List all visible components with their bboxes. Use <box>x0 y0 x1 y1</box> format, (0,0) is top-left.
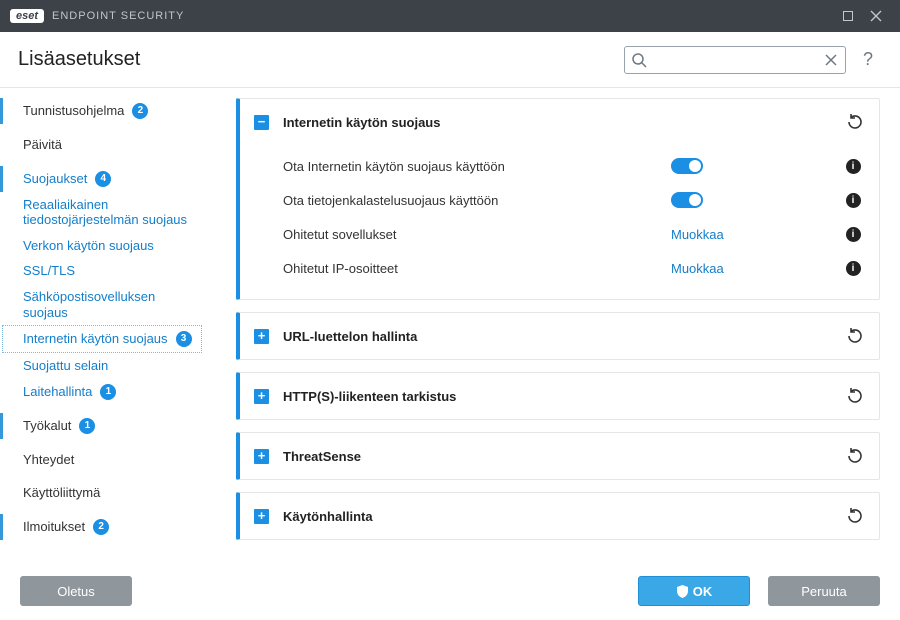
close-icon <box>870 10 882 22</box>
sidebar-item-tools[interactable]: Työkalut 1 <box>0 413 206 439</box>
shield-icon <box>676 585 689 598</box>
help-button[interactable]: ? <box>854 49 882 70</box>
brand-logo: eset <box>10 9 44 23</box>
sidebar-item-update[interactable]: Päivitä <box>0 132 206 158</box>
badge: 4 <box>95 171 111 187</box>
sidebar-item-connections[interactable]: Yhteydet <box>0 447 206 473</box>
sidebar-item-ssl-tls[interactable]: SSL/TLS <box>0 258 206 284</box>
sidebar-item-label: Käyttöliittymä <box>23 485 100 501</box>
sidebar-item-detection[interactable]: Tunnistusohjelma 2 <box>0 98 206 124</box>
badge: 1 <box>100 384 116 400</box>
sidebar-item-label: Päivitä <box>23 137 62 153</box>
sidebar-item-label: Yhteydet <box>23 452 74 468</box>
sidebar-item-web-protection[interactable]: Internetin käytön suojaus 3 <box>2 325 202 353</box>
card-header[interactable]: − Internetin käytön suojaus <box>240 99 879 145</box>
card-title: Internetin käytön suojaus <box>283 115 845 130</box>
sidebar-item-notifications[interactable]: Ilmoitukset 2 <box>0 514 206 540</box>
header-bar: Lisäasetukset ? <box>0 32 900 88</box>
card-header[interactable]: + Käytönhallinta <box>240 493 879 539</box>
default-button[interactable]: Oletus <box>20 576 132 606</box>
sidebar-item-label: Suojaukset <box>23 171 87 187</box>
row-excluded-ips: Ohitetut IP-osoitteet Muokkaa i <box>283 251 865 285</box>
reset-icon[interactable] <box>845 386 865 406</box>
row-enable-phishing: Ota tietojenkalastelusuojaus käyttöön i <box>283 183 865 217</box>
page-title: Lisäasetukset <box>18 48 140 71</box>
sidebar-item-label: SSL/TLS <box>23 263 75 279</box>
sidebar: Tunnistusohjelma 2 Päivitä Suojaukset 4 … <box>0 88 212 562</box>
window-titlebar: eset ENDPOINT SECURITY <box>0 0 900 32</box>
content-area: − Internetin käytön suojaus Ota Internet… <box>212 88 900 562</box>
badge: 2 <box>132 103 148 119</box>
sidebar-item-label: Suojattu selain <box>23 358 108 374</box>
card-usage-control: + Käytönhallinta <box>236 492 880 540</box>
search-box[interactable] <box>624 46 846 74</box>
card-title: Käytönhallinta <box>283 509 845 524</box>
badge: 2 <box>93 519 109 535</box>
card-https-check: + HTTP(S)-liikenteen tarkistus <box>236 372 880 420</box>
info-icon[interactable]: i <box>846 227 861 242</box>
reset-icon[interactable] <box>845 112 865 132</box>
row-label: Ota tietojenkalastelusuojaus käyttöön <box>283 193 671 208</box>
row-label: Ohitetut sovellukset <box>283 227 671 242</box>
sidebar-item-label: Tunnistusohjelma <box>23 103 124 119</box>
sidebar-item-label: Reaaliaikainen tiedostojärjestelmän suoj… <box>23 197 193 228</box>
cancel-button[interactable]: Peruuta <box>768 576 880 606</box>
sidebar-item-protections[interactable]: Suojaukset 4 <box>0 166 206 192</box>
row-label: Ota Internetin käytön suojaus käyttöön <box>283 159 671 174</box>
sidebar-item-label: Verkon käytön suojaus <box>23 238 154 254</box>
ok-button[interactable]: OK <box>638 576 750 606</box>
sidebar-item-label: Internetin käytön suojaus <box>23 331 168 347</box>
sidebar-item-label: Ilmoitukset <box>23 519 85 535</box>
expand-icon: + <box>254 509 269 524</box>
card-title: URL-luettelon hallinta <box>283 329 845 344</box>
collapse-icon: − <box>254 115 269 130</box>
card-title: HTTP(S)-liikenteen tarkistus <box>283 389 845 404</box>
card-title: ThreatSense <box>283 449 845 464</box>
ok-button-label: OK <box>693 584 713 599</box>
info-icon[interactable]: i <box>846 261 861 276</box>
row-enable-web-protection: Ota Internetin käytön suojaus käyttöön i <box>283 149 865 183</box>
card-header[interactable]: + URL-luettelon hallinta <box>240 313 879 359</box>
window-close-button[interactable] <box>862 2 890 30</box>
search-icon <box>631 52 647 68</box>
sidebar-item-email-protection[interactable]: Sähköpostisovelluksen suojaus <box>0 284 206 325</box>
card-header[interactable]: + ThreatSense <box>240 433 879 479</box>
sidebar-item-device-control[interactable]: Laitehallinta 1 <box>0 379 206 405</box>
search-input[interactable] <box>651 47 819 73</box>
card-threatsense: + ThreatSense <box>236 432 880 480</box>
expand-icon: + <box>254 389 269 404</box>
card-url-list: + URL-luettelon hallinta <box>236 312 880 360</box>
badge: 1 <box>79 418 95 434</box>
reset-icon[interactable] <box>845 506 865 526</box>
edit-link-excluded-ips[interactable]: Muokkaa <box>671 261 724 276</box>
sidebar-item-secure-browser[interactable]: Suojattu selain <box>0 353 206 379</box>
sidebar-item-label: Sähköpostisovelluksen suojaus <box>23 289 193 320</box>
row-label: Ohitetut IP-osoitteet <box>283 261 671 276</box>
badge: 3 <box>176 331 192 347</box>
sidebar-item-network-protection[interactable]: Verkon käytön suojaus <box>0 233 206 259</box>
app-name: ENDPOINT SECURITY <box>52 10 184 22</box>
reset-icon[interactable] <box>845 326 865 346</box>
row-excluded-apps: Ohitetut sovellukset Muokkaa i <box>283 217 865 251</box>
window-maximize-button[interactable] <box>834 2 862 30</box>
sidebar-item-label: Laitehallinta <box>23 384 92 400</box>
card-header[interactable]: + HTTP(S)-liikenteen tarkistus <box>240 373 879 419</box>
sidebar-item-label: Työkalut <box>23 418 71 434</box>
footer-bar: Oletus OK Peruuta <box>0 562 900 620</box>
toggle-enable-phishing[interactable] <box>671 192 703 208</box>
info-icon[interactable]: i <box>846 193 861 208</box>
card-web-protection: − Internetin käytön suojaus Ota Internet… <box>236 98 880 300</box>
reset-icon[interactable] <box>845 446 865 466</box>
info-icon[interactable]: i <box>846 159 861 174</box>
edit-link-excluded-apps[interactable]: Muokkaa <box>671 227 724 242</box>
expand-icon: + <box>254 329 269 344</box>
toggle-enable-web[interactable] <box>671 158 703 174</box>
sidebar-item-ui[interactable]: Käyttöliittymä <box>0 480 206 506</box>
expand-icon: + <box>254 449 269 464</box>
sidebar-item-realtime-fs[interactable]: Reaaliaikainen tiedostojärjestelmän suoj… <box>0 192 206 233</box>
clear-search-icon[interactable] <box>823 52 839 68</box>
maximize-icon <box>843 11 853 21</box>
